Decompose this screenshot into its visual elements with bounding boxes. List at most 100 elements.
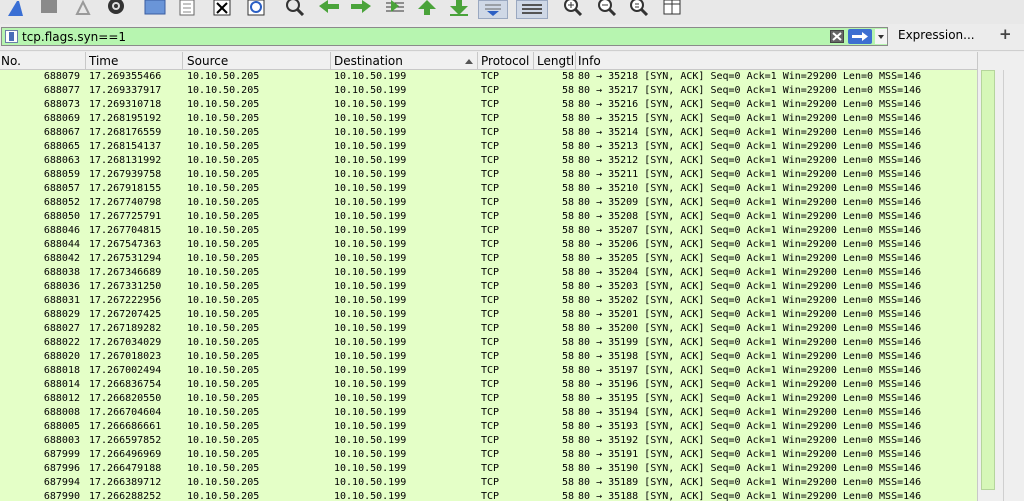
- filter-history-dropdown[interactable]: [875, 29, 887, 44]
- zoom-in-icon[interactable]: [560, 0, 584, 16]
- restart-capture-icon[interactable]: [72, 0, 94, 16]
- normal-size-icon[interactable]: [626, 0, 650, 16]
- column-header-no[interactable]: No.: [1, 54, 21, 68]
- packet-cell-proto: TCP: [481, 323, 500, 334]
- open-file-icon[interactable]: [142, 0, 168, 16]
- packet-row[interactable]: 688038 17.267346689 10.10.50.205 10.10.50.1…: [0, 266, 977, 280]
- packet-cell-src: 10.10.50.205: [187, 239, 260, 250]
- packet-cell-info: 80 → 35194 [SYN, ACK] Seq=0 Ack=1 Win=29…: [578, 407, 922, 418]
- packet-cell-dst: 10.10.50.199: [334, 323, 407, 334]
- packet-row[interactable]: 687990 17.266288252 10.10.50.205 10.10.50.1…: [0, 490, 977, 501]
- packet-row[interactable]: 688046 17.267704815 10.10.50.205 10.10.50.1…: [0, 224, 977, 238]
- packet-row[interactable]: 688073 17.269310718 10.10.50.205 10.10.50.1…: [0, 98, 977, 112]
- packet-cell-proto: TCP: [481, 225, 500, 236]
- packet-cell-dst: 10.10.50.199: [334, 365, 407, 376]
- packet-cell-dst: 10.10.50.199: [334, 113, 407, 124]
- packet-cell-no: 688008: [43, 407, 80, 418]
- filter-bookmark-icon[interactable]: [5, 30, 18, 43]
- packet-row[interactable]: 688012 17.266820550 10.10.50.205 10.10.50.1…: [0, 392, 977, 406]
- shark-fin-icon[interactable]: [4, 0, 28, 16]
- add-filter-button[interactable]: +: [999, 25, 1012, 43]
- colorize-icon[interactable]: [516, 0, 548, 19]
- packet-cell-len: 58: [561, 239, 574, 250]
- auto-scroll-icon[interactable]: [478, 0, 508, 19]
- packet-row[interactable]: 688018 17.267002494 10.10.50.205 10.10.50.1…: [0, 364, 977, 378]
- packet-row[interactable]: 687996 17.266479188 10.10.50.205 10.10.50.1…: [0, 462, 977, 476]
- packet-row[interactable]: 688044 17.267547363 10.10.50.205 10.10.50.1…: [0, 238, 977, 252]
- packet-row[interactable]: 688057 17.267918155 10.10.50.205 10.10.50.1…: [0, 182, 977, 196]
- packet-row[interactable]: 688050 17.267725791 10.10.50.205 10.10.50.1…: [0, 210, 977, 224]
- packet-row[interactable]: 688059 17.267939758 10.10.50.205 10.10.50.1…: [0, 168, 977, 182]
- packet-row[interactable]: 688069 17.268195192 10.10.50.205 10.10.50.1…: [0, 112, 977, 126]
- packet-row[interactable]: 688036 17.267331250 10.10.50.205 10.10.50.1…: [0, 280, 977, 294]
- packet-cell-info: 80 → 35209 [SYN, ACK] Seq=0 Ack=1 Win=29…: [578, 197, 922, 208]
- packet-row[interactable]: 687999 17.266496969 10.10.50.205 10.10.50.1…: [0, 448, 977, 462]
- packet-row[interactable]: 688029 17.267207425 10.10.50.205 10.10.50.1…: [0, 308, 977, 322]
- packet-cell-no: 688038: [43, 267, 80, 278]
- packet-cell-len: 58: [561, 463, 574, 474]
- column-header-destination[interactable]: Destination: [334, 54, 403, 68]
- packet-cell-src: 10.10.50.205: [187, 197, 260, 208]
- packet-row[interactable]: 688077 17.269337917 10.10.50.205 10.10.50.1…: [0, 84, 977, 98]
- column-header-info[interactable]: Info: [578, 54, 601, 68]
- packet-cell-dst: 10.10.50.199: [334, 379, 407, 390]
- packet-cell-time: 17.266479188: [89, 463, 162, 474]
- packet-cell-len: 58: [561, 197, 574, 208]
- packet-cell-proto: TCP: [481, 85, 500, 96]
- packet-list-scrollbar[interactable]: [977, 52, 1024, 501]
- packet-cell-no: 687999: [43, 449, 80, 460]
- column-header-time[interactable]: Time: [89, 54, 118, 68]
- packet-cell-info: 80 → 35203 [SYN, ACK] Seq=0 Ack=1 Win=29…: [578, 281, 922, 292]
- packet-cell-src: 10.10.50.205: [187, 155, 260, 166]
- packet-row[interactable]: 688042 17.267531294 10.10.50.205 10.10.50.1…: [0, 252, 977, 266]
- packet-row[interactable]: 688022 17.267034029 10.10.50.205 10.10.50.1…: [0, 336, 977, 350]
- packet-cell-info: 80 → 35197 [SYN, ACK] Seq=0 Ack=1 Win=29…: [578, 365, 922, 376]
- packet-cell-time: 17.266496969: [89, 449, 162, 460]
- stop-capture-icon[interactable]: [38, 0, 60, 16]
- expression-button[interactable]: Expression...: [898, 28, 975, 42]
- packet-row[interactable]: 688031 17.267222956 10.10.50.205 10.10.50.1…: [0, 294, 977, 308]
- packet-cell-no: 688036: [43, 281, 80, 292]
- apply-filter-button[interactable]: [848, 29, 872, 44]
- packet-cell-len: 58: [561, 393, 574, 404]
- packet-row[interactable]: 688052 17.267740798 10.10.50.205 10.10.50.1…: [0, 196, 977, 210]
- go-back-icon[interactable]: [316, 0, 342, 16]
- column-header-protocol[interactable]: Protocol: [481, 54, 529, 68]
- go-to-packet-icon[interactable]: [382, 0, 408, 16]
- packet-cell-dst: 10.10.50.199: [334, 155, 407, 166]
- resize-columns-icon[interactable]: [660, 0, 684, 16]
- packet-cell-info: 80 → 35196 [SYN, ACK] Seq=0 Ack=1 Win=29…: [578, 379, 922, 390]
- zoom-out-icon[interactable]: [594, 0, 618, 16]
- packet-row[interactable]: 688005 17.266686661 10.10.50.205 10.10.50.1…: [0, 420, 977, 434]
- reload-file-icon[interactable]: [244, 0, 268, 16]
- column-header-source[interactable]: Source: [187, 54, 228, 68]
- clear-filter-button[interactable]: [830, 30, 844, 43]
- column-header-length[interactable]: Lengtl: [537, 54, 575, 68]
- go-to-first-packet-icon[interactable]: [415, 0, 439, 16]
- sort-ascending-icon: [465, 59, 473, 64]
- packet-cell-dst: 10.10.50.199: [334, 85, 407, 96]
- packet-row[interactable]: 688063 17.268131992 10.10.50.205 10.10.50.1…: [0, 154, 977, 168]
- packet-row[interactable]: 688014 17.266836754 10.10.50.205 10.10.50.1…: [0, 378, 977, 392]
- find-packet-icon[interactable]: [282, 0, 306, 16]
- go-forward-icon[interactable]: [348, 0, 374, 16]
- packet-row[interactable]: 688079 17.269355466 10.10.50.205 10.10.50.1…: [0, 70, 977, 84]
- packet-row[interactable]: 688008 17.266704604 10.10.50.205 10.10.50.1…: [0, 406, 977, 420]
- packet-cell-src: 10.10.50.205: [187, 113, 260, 124]
- packet-cell-dst: 10.10.50.199: [334, 99, 407, 110]
- packet-cell-time: 17.267189282: [89, 323, 162, 334]
- capture-options-gear-icon[interactable]: [104, 0, 128, 16]
- display-filter-input[interactable]: [22, 29, 822, 44]
- packet-row[interactable]: 688003 17.266597852 10.10.50.205 10.10.50.1…: [0, 434, 977, 448]
- packet-row[interactable]: 688027 17.267189282 10.10.50.205 10.10.50.1…: [0, 322, 977, 336]
- packet-row[interactable]: 688065 17.268154137 10.10.50.205 10.10.50.1…: [0, 140, 977, 154]
- packet-row[interactable]: 688020 17.267018023 10.10.50.205 10.10.50.1…: [0, 350, 977, 364]
- go-to-last-packet-icon[interactable]: [447, 0, 471, 16]
- packet-cell-proto: TCP: [481, 477, 500, 488]
- packet-row[interactable]: 688067 17.268176559 10.10.50.205 10.10.50.1…: [0, 126, 977, 140]
- packet-cell-len: 58: [561, 267, 574, 278]
- scrollbar-thumb[interactable]: [981, 70, 995, 490]
- close-file-icon[interactable]: [210, 0, 234, 16]
- packet-row[interactable]: 687994 17.266389712 10.10.50.205 10.10.50.1…: [0, 476, 977, 490]
- save-file-icon[interactable]: [176, 0, 198, 16]
